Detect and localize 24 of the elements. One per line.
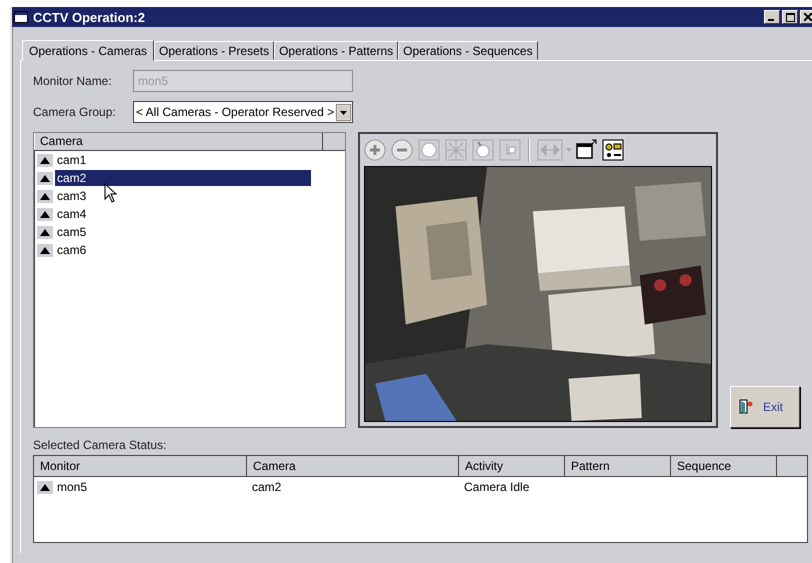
camera-group-dropdown[interactable]: < All Cameras - Operator Reserved > [133, 101, 353, 123]
camera-list-item[interactable]: cam1 [55, 152, 88, 168]
camera-list-item[interactable]: cam5 [55, 224, 88, 240]
tab[interactable]: Operations - Presets [154, 41, 274, 60]
table-cell-text: cam2 [251, 480, 282, 494]
exit-button[interactable]: Exit [730, 386, 800, 428]
window-title: CCTV Operation:2 [33, 10, 145, 24]
column-header[interactable]: Sequence [671, 456, 777, 476]
camera-list-item[interactable]: cam3 [55, 188, 88, 204]
tab[interactable]: Operations - Sequences [398, 41, 538, 60]
tab[interactable]: Operations - Cameras [22, 40, 154, 61]
table-cell-text: mon5 [56, 480, 88, 494]
column-header[interactable]: Camera [247, 456, 459, 476]
camera-list-item[interactable]: cam2 [55, 170, 311, 186]
status-label: Selected Camera Status: [33, 438, 168, 454]
table-cell-text: Camera Idle [463, 480, 530, 494]
monitor-name-label: Monitor Name: [33, 74, 113, 88]
column-header[interactable]: Pattern [565, 456, 671, 476]
camera-list-item[interactable]: cam4 [55, 206, 88, 222]
column-header[interactable]: Activity [459, 456, 565, 476]
column-header[interactable]: Monitor [34, 456, 247, 476]
camera-group-label: Camera Group: [33, 105, 117, 119]
tab[interactable]: Operations - Patterns [274, 41, 398, 60]
camera-list-item[interactable]: cam6 [55, 242, 88, 258]
